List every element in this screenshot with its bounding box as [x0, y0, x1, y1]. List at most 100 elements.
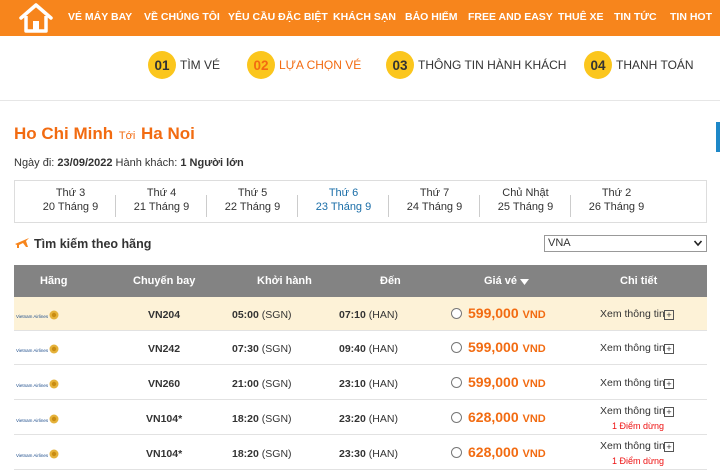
table-row[interactable]: Vietnam Airlines VN242 07:30 (SGN) 09:40…	[14, 331, 707, 365]
nav-item-car-rental[interactable]: THUÊ XE	[558, 11, 604, 23]
header-price[interactable]: Giá vé	[484, 275, 517, 287]
flight-number: VN242	[148, 343, 181, 355]
airline-filter-label: Tìm kiếm theo hãng	[34, 237, 152, 251]
time: 05:00	[232, 309, 259, 321]
side-tab[interactable]	[716, 122, 720, 152]
price-value: 628,000	[468, 444, 519, 460]
price-currency: VND	[522, 378, 546, 390]
time: 18:20	[232, 413, 259, 425]
airport-code: (SGN)	[261, 413, 292, 425]
header-flight: Chuyến bay	[133, 275, 196, 287]
price-currency: VND	[522, 309, 546, 321]
airline-select[interactable]: VNA	[544, 235, 707, 252]
step-number: 04	[584, 51, 612, 79]
header-arrival: Đến	[380, 275, 401, 287]
expand-plus-icon[interactable]: +	[664, 344, 674, 354]
departure-time: 05:00 (SGN)	[232, 309, 292, 321]
day-tab-1[interactable]: Thứ 3 20 Tháng 9	[25, 181, 116, 222]
table-row[interactable]: Vietnam Airlines VN260 21:00 (SGN) 23:10…	[14, 366, 707, 400]
departure-time: 07:30 (SGN)	[232, 343, 292, 355]
day-tab-4-selected[interactable]: Thứ 6 23 Tháng 9	[298, 181, 389, 222]
expand-plus-icon[interactable]: +	[664, 379, 674, 389]
airline-select-value: VNA	[548, 237, 571, 249]
table-row[interactable]: Vietnam Airlines VN104* 18:20 (SGN) 23:2…	[14, 401, 707, 435]
price-value: 599,000	[468, 374, 519, 390]
arrival-time: 07:10 (HAN)	[339, 309, 398, 321]
departure-time: 18:20 (SGN)	[232, 413, 292, 425]
passenger-label: Hành khách:	[115, 157, 178, 169]
day-tab-7[interactable]: Thứ 2 26 Tháng 9	[571, 181, 662, 222]
airport-code: (HAN)	[368, 309, 398, 321]
route-to: Ha Noi	[141, 124, 195, 143]
nav-item-insurance[interactable]: BẢO HIỂM	[405, 11, 458, 23]
day-tab-6[interactable]: Chủ Nhật 25 Tháng 9	[480, 181, 571, 222]
select-fare-radio[interactable]	[451, 412, 462, 423]
nav-item-news[interactable]: TIN TỨC	[614, 11, 657, 23]
airport-code: (HAN)	[368, 448, 398, 460]
day-weekday: Thứ 7	[419, 187, 450, 199]
view-details-link[interactable]: Xem thông tin	[600, 342, 665, 354]
header-detail: Chi tiết	[620, 275, 658, 287]
view-details-link[interactable]: Xem thông tin	[600, 308, 665, 320]
date-label: Ngày đi:	[14, 157, 55, 169]
step-number: 03	[386, 51, 414, 79]
time: 18:20	[232, 448, 259, 460]
select-fare-radio[interactable]	[451, 447, 462, 458]
step-number: 02	[247, 51, 275, 79]
svg-text:Vietnam Airlines: Vietnam Airlines	[16, 418, 49, 423]
day-tab-2[interactable]: Thứ 4 21 Tháng 9	[116, 181, 207, 222]
day-weekday: Thứ 6	[328, 187, 359, 199]
day-date: 24 Tháng 9	[406, 201, 463, 213]
day-weekday: Thứ 4	[146, 187, 177, 199]
select-fare-radio[interactable]	[451, 308, 462, 319]
flight-number: VN204	[148, 309, 181, 321]
step-payment: 04 THANH TOÁN	[584, 51, 694, 79]
day-weekday: Thứ 5	[237, 187, 268, 199]
vietnam-airlines-logo: Vietnam Airlines	[16, 344, 59, 354]
departure-time: 18:20 (SGN)	[232, 448, 292, 460]
nav-item-special-request[interactable]: YÊU CẦU ĐẶC BIỆT	[228, 11, 328, 23]
day-date: 26 Tháng 9	[588, 201, 645, 213]
vietnam-airlines-logo: Vietnam Airlines	[16, 414, 59, 424]
price-currency: VND	[522, 343, 546, 355]
price-value: 599,000	[468, 305, 519, 321]
view-details-link[interactable]: Xem thông tin	[600, 377, 665, 389]
step-label: TÌM VÉ	[180, 58, 221, 72]
step-label: THÔNG TIN HÀNH KHÁCH	[418, 58, 567, 72]
day-date: 22 Tháng 9	[224, 201, 281, 213]
day-tab-3[interactable]: Thứ 5 22 Tháng 9	[207, 181, 298, 222]
table-row[interactable]: Vietnam Airlines VN104* 18:20 (SGN) 23:3…	[14, 436, 707, 470]
day-date: 21 Tháng 9	[133, 201, 190, 213]
view-details-link[interactable]: Xem thông tin	[600, 440, 665, 452]
fare-price: 599,000 VND	[468, 305, 546, 321]
fare-price: 599,000 VND	[468, 339, 546, 355]
nav-item-hotels[interactable]: KHÁCH SẠN	[333, 11, 396, 23]
home-icon[interactable]	[18, 2, 54, 34]
flight-number: VN104*	[146, 413, 183, 425]
select-fare-radio[interactable]	[451, 342, 462, 353]
table-row[interactable]: Vietnam Airlines VN204 05:00 (SGN) 07:10…	[14, 297, 707, 331]
expand-plus-icon[interactable]: +	[664, 310, 674, 320]
step-label: LỰA CHỌN VÉ	[279, 58, 362, 72]
chevron-down-icon	[693, 240, 703, 247]
route-title: Ho Chi Minh Tới Ha Noi	[14, 124, 195, 144]
nav-item-about[interactable]: VỀ CHÚNG TÔI	[144, 11, 220, 23]
flight-number: VN260	[148, 378, 181, 390]
view-details-link[interactable]: Xem thông tin	[600, 405, 665, 417]
fare-price: 628,000 VND	[468, 409, 546, 425]
select-fare-radio[interactable]	[451, 377, 462, 388]
departure-time: 21:00 (SGN)	[232, 378, 292, 390]
expand-plus-icon[interactable]: +	[664, 407, 674, 417]
step-select-ticket: 02 LỰA CHỌN VÉ	[247, 51, 361, 79]
day-tab-5[interactable]: Thứ 7 24 Tháng 9	[389, 181, 480, 222]
nav-item-hot-news[interactable]: TIN HOT	[670, 11, 712, 23]
nav-item-free-and-easy[interactable]: FREE AND EASY	[468, 11, 553, 23]
trip-info: Ngày đi: 23/09/2022 Hành khách: 1 Người …	[14, 157, 244, 169]
sort-down-icon[interactable]	[520, 279, 529, 285]
header-departure: Khởi hành	[257, 275, 312, 287]
nav-item-flights[interactable]: VÉ MÁY BAY	[68, 11, 132, 23]
date-tabs: Thứ 3 20 Tháng 9 Thứ 4 21 Tháng 9 Thứ 5 …	[14, 180, 707, 223]
vietnam-airlines-logo: Vietnam Airlines	[16, 379, 59, 389]
expand-plus-icon[interactable]: +	[664, 442, 674, 452]
step-passenger-info: 03 THÔNG TIN HÀNH KHÁCH	[386, 51, 566, 79]
